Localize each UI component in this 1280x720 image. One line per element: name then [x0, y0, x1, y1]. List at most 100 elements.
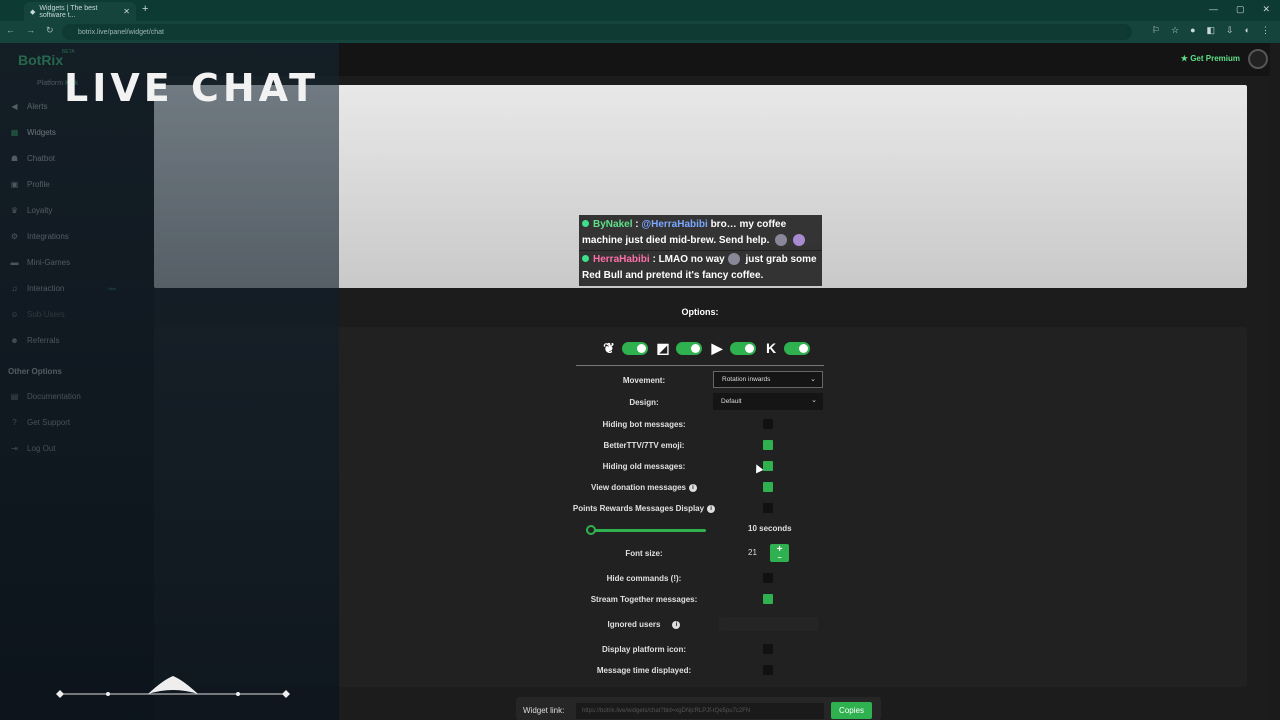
bookmark-star-icon[interactable]: ☆ — [1171, 25, 1179, 36]
donation-checkbox[interactable] — [763, 482, 773, 492]
kick-dot-icon — [582, 220, 589, 227]
new-badge: New — [108, 286, 117, 291]
profile-icon: ▣ — [10, 180, 19, 189]
minus-icon[interactable]: − — [770, 555, 789, 562]
sidebar-item-chatbot[interactable]: ☗ Chatbot — [10, 154, 55, 163]
avatar[interactable] — [1248, 49, 1268, 69]
minimize-icon[interactable]: — — [1209, 4, 1218, 15]
chat-username: HerraHabibi — [593, 254, 650, 265]
copy-button[interactable]: Copies — [831, 702, 872, 719]
chat-username: ByNakel — [593, 219, 633, 230]
sidebar-item-label: Documentation — [27, 392, 81, 401]
platform-youtube: ▶ — [708, 340, 756, 356]
widget-link-field[interactable]: https://botrix.live/widgets/chat?bid=xgD… — [576, 703, 824, 719]
hiding-bot-checkbox[interactable] — [763, 419, 773, 429]
widget-link-label: Widget link: — [523, 706, 565, 715]
hide-commands-checkbox[interactable] — [763, 573, 773, 583]
sidebar-item-mini-games[interactable]: ▬ Mini-Games — [10, 258, 71, 267]
bttv-checkbox[interactable] — [763, 440, 773, 450]
points-checkbox[interactable] — [763, 503, 773, 513]
chat-text: LMAO no way — [658, 254, 725, 265]
youtube-toggle[interactable] — [730, 341, 756, 355]
sidebar-item-label: Widgets — [27, 128, 56, 137]
sidebar-item-documentation[interactable]: ▤ Documentation — [10, 392, 81, 401]
stream-together-label: Stream Together messages: — [590, 595, 698, 604]
tab-close-icon[interactable]: ✕ — [123, 7, 130, 16]
sidebar-item-log-out[interactable]: ⇥ Log Out — [10, 444, 55, 453]
url-field[interactable]: botrix.live/panel/widget/chat — [62, 24, 1132, 40]
gamepad-icon: ▬ — [10, 258, 19, 267]
sidebar-item-alerts[interactable]: ◀ Alerts — [10, 102, 47, 111]
sidebar-item-profile[interactable]: ▣ Profile — [10, 180, 50, 189]
back-icon[interactable]: ← — [6, 25, 15, 36]
points-label-text: Points Rewards Messages Display — [572, 504, 705, 513]
reload-icon[interactable]: ↻ — [46, 25, 54, 36]
megaphone-icon: ◀ — [11, 102, 18, 111]
window-controls: — ▢ ✕ — [1209, 4, 1270, 15]
get-premium-button[interactable]: ★ Get Premium — [1181, 54, 1240, 63]
botrix-toggle[interactable] — [622, 341, 648, 355]
emote-icon — [727, 253, 740, 266]
chevron-down-icon: ⌄ — [810, 376, 816, 383]
close-window-icon[interactable]: ✕ — [1262, 4, 1270, 15]
kick-toggle[interactable] — [784, 341, 810, 355]
ignored-users-input[interactable] — [719, 617, 818, 631]
info-icon[interactable]: i — [689, 483, 697, 492]
browser-tab[interactable]: ◆ Widgets | The best software t... ✕ — [24, 2, 136, 21]
stream-together-checkbox[interactable] — [763, 594, 773, 604]
youtube-icon: ▶ — [711, 339, 723, 356]
puzzle-icon[interactable]: ◧ — [1207, 25, 1216, 36]
hiding-old-checkbox[interactable] — [763, 461, 773, 471]
platform-icon-checkbox[interactable] — [763, 644, 773, 654]
new-tab-button[interactable]: + — [142, 3, 148, 15]
tab-title: Widgets | The best software t... — [39, 4, 98, 19]
hiding-old-label: Hiding old messages: — [602, 462, 686, 471]
browser-toolbar-icons: ⚐ ☆ ● ◧ ⇩ ◐ ⋮ — [1152, 25, 1270, 36]
sidebar-item-integrations[interactable]: ⚙ Integrations — [10, 232, 69, 241]
live-chat-overlay-title: LIVE CHAT — [64, 66, 320, 110]
menu-icon[interactable]: ⋮ — [1261, 25, 1270, 36]
sidebar-item-label: Interaction — [27, 284, 65, 293]
botrix-logo[interactable]: BotRix — [18, 52, 63, 68]
sidebar-item-widgets[interactable]: ▦ Widgets — [10, 128, 56, 137]
grid-icon: ▦ — [10, 128, 19, 137]
referrals-icon: ☻ — [10, 336, 19, 345]
ornament-decoration — [56, 676, 290, 698]
sidebar-item-label: Alerts — [27, 102, 48, 111]
duration-slider-track[interactable] — [586, 529, 706, 532]
emote-icon — [793, 234, 806, 247]
message-time-checkbox[interactable] — [763, 665, 773, 675]
platform-kick: K — [762, 340, 810, 356]
emote-icon — [775, 234, 788, 247]
sidebar — [0, 43, 154, 720]
info-icon[interactable]: i — [707, 504, 716, 513]
translate-icon[interactable]: ⚐ — [1152, 25, 1160, 36]
movement-value: Rotation inwards — [722, 376, 771, 383]
forward-icon[interactable]: → — [26, 25, 35, 36]
font-size-stepper[interactable]: + − — [770, 544, 789, 562]
maximize-icon[interactable]: ▢ — [1236, 4, 1245, 15]
platform-label: Platform — [37, 80, 64, 87]
sidebar-item-get-support[interactable]: ? Get Support — [10, 418, 70, 427]
download-icon[interactable]: ⇩ — [1226, 25, 1234, 36]
platform-twitch: ◩ — [654, 340, 702, 356]
nav-buttons: ← → ↻ — [6, 25, 54, 36]
profile-icon[interactable]: ◐ — [1245, 25, 1250, 36]
extension-icon[interactable]: ● — [1190, 25, 1195, 36]
movement-select[interactable]: Rotation inwards ⌄ — [713, 371, 823, 388]
options-title: Options: — [681, 307, 719, 317]
sidebar-item-loyalty[interactable]: ♛ Loyalty — [10, 206, 52, 215]
scrollbar[interactable] — [1270, 43, 1280, 720]
sidebar-item-interaction[interactable]: ♫ Interaction — [10, 284, 65, 293]
info-icon[interactable]: i — [672, 620, 681, 629]
font-size-value[interactable]: 21 — [748, 548, 757, 557]
design-label: Design: — [629, 398, 659, 407]
points-label: Points Rewards Messages Display i — [570, 504, 718, 513]
twitch-toggle[interactable] — [676, 341, 702, 355]
hiding-bot-label: Hiding bot messages: — [602, 420, 686, 429]
design-select[interactable]: Default ⌄ — [713, 393, 823, 410]
sidebar-item-label: Integrations — [27, 232, 69, 241]
duration-slider-handle[interactable] — [586, 525, 596, 535]
platform-icon-label: Display platform icon: — [601, 645, 686, 654]
sidebar-item-referrals[interactable]: ☻ Referrals — [10, 336, 59, 345]
